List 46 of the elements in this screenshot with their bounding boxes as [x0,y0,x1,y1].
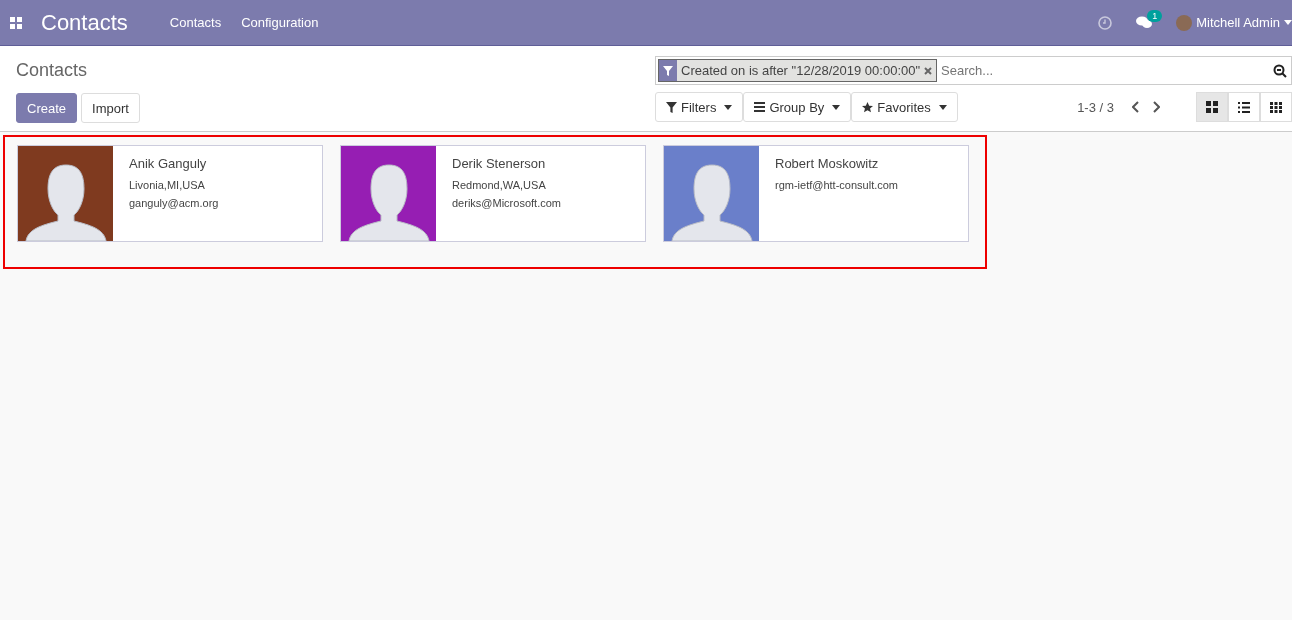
facet-label: Created on is after "12/28/2019 00:00:00" [681,63,921,78]
apps-icon[interactable] [10,16,22,29]
create-button[interactable]: Create [16,93,78,123]
search-dropdown[interactable]: Favorites [851,92,958,122]
search-dropdown[interactable]: Filters [655,92,744,122]
caret-icon [832,104,841,110]
menu-item[interactable]: Contacts [169,15,222,30]
list-icon [1238,101,1250,113]
search-field[interactable]: Created on is after "12/28/2019 00:00:00" Search... [655,56,1292,85]
message-count-badge: 1 [1147,10,1163,22]
contact-card[interactable]: Anik Ganguly Livonia,MI,USA ganguly@acm.org [17,145,323,242]
breadcrumb: Contacts [16,60,89,81]
avatar-icon [1176,14,1193,31]
contact-name: Robert Moskowitz [775,156,880,171]
contact-name: Derik Stenerson [452,156,547,171]
menu-item[interactable]: Configuration [241,15,319,30]
search-icon[interactable] [1273,63,1287,78]
view-switch-button[interactable] [1260,92,1292,122]
filter-icon [666,101,677,113]
contact-card[interactable]: Derik Stenerson Redmond,WA,USA deriks@Microsoft.com [340,145,646,242]
filter-icon [663,65,673,76]
grid-icon [1270,101,1282,113]
user-menu[interactable]: Mitchell Admin [1176,14,1292,31]
pager-value: 1-3 / 3 [1077,99,1114,115]
view-switch-button[interactable] [1196,92,1228,122]
bars-icon [754,102,766,112]
chevron-right-icon [1152,101,1160,113]
contact-detail: rgm-ietf@htt-consult.com [775,179,899,191]
caret-icon [938,104,947,110]
contact-name: Anik Ganguly [129,156,208,171]
star-icon [862,101,874,113]
view-switch-button[interactable] [1228,92,1260,122]
contact-card[interactable]: Robert Moskowitz rgm-ietf@htt-consult.com [663,145,969,242]
search-dropdown[interactable]: Group By [743,92,852,122]
caret-icon [1284,20,1292,25]
contact-detail: deriks@Microsoft.com [452,197,561,209]
app-title: Contacts [41,9,128,36]
chevron-left-icon [1132,101,1140,113]
filter-facet[interactable]: Created on is after "12/28/2019 00:00:00" [658,59,938,82]
import-button[interactable]: Import [81,93,140,123]
contact-detail: ganguly@acm.org [129,197,219,209]
kanban-icon [1206,101,1218,113]
close-icon[interactable] [924,66,933,75]
contact-detail: Redmond,WA,USA [452,179,547,191]
caret-icon [724,104,733,110]
contact-detail: Livonia,MI,USA [129,179,206,191]
